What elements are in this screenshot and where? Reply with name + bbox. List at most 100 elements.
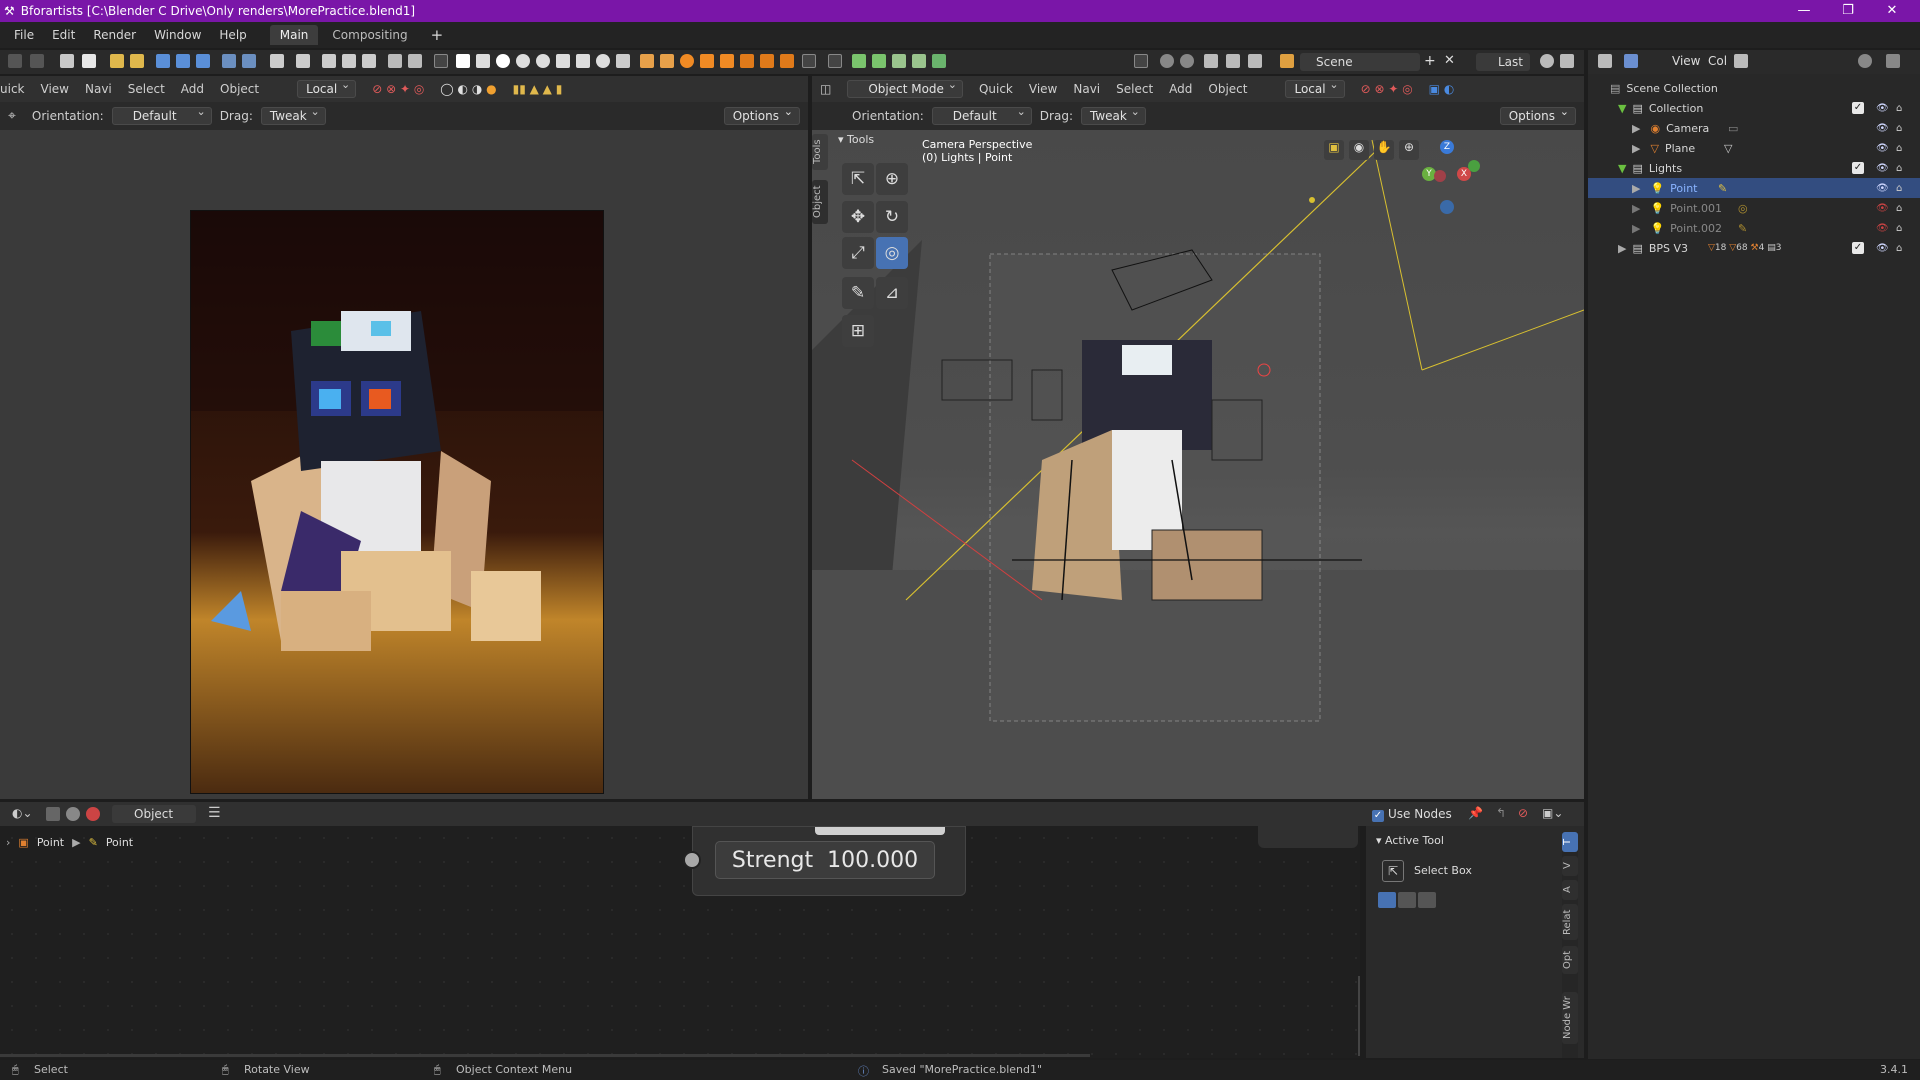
torus-add-icon[interactable] xyxy=(596,54,610,68)
breadcrumb-object[interactable]: Point xyxy=(37,836,64,849)
gizmo-neg-y-axis[interactable] xyxy=(1468,160,1480,172)
tab-view[interactable]: V xyxy=(1562,856,1578,876)
collection-checkbox[interactable]: ✓ xyxy=(1852,242,1864,254)
active-tool-header[interactable]: ▾ Active Tool xyxy=(1376,834,1444,847)
last-operator-button[interactable]: Last xyxy=(1476,53,1530,71)
close-button[interactable]: ✕ xyxy=(1870,0,1914,22)
open-recent-icon[interactable] xyxy=(130,54,144,68)
world-type-icon[interactable] xyxy=(66,807,80,821)
emission-node[interactable]: Strengt 100.000 xyxy=(683,826,966,896)
output-node-fragment[interactable] xyxy=(1258,826,1358,848)
collection-checkbox[interactable]: ✓ xyxy=(1852,162,1864,174)
menu-edit[interactable]: Edit xyxy=(43,28,84,42)
node-input-socket[interactable] xyxy=(683,851,701,869)
select-mode-new-icon[interactable] xyxy=(1378,892,1396,908)
zoom-icon[interactable]: ⊕ xyxy=(1399,140,1419,160)
annotate-tool-icon[interactable]: ✎ xyxy=(842,277,874,309)
circle-add-icon[interactable] xyxy=(496,54,510,68)
left-orientation-dropdown[interactable]: Default xyxy=(111,105,212,125)
right-drag-dropdown[interactable]: Tweak xyxy=(1080,105,1146,125)
render-animation-icon[interactable] xyxy=(342,54,356,68)
menu-file[interactable]: File xyxy=(0,28,43,42)
add-cube-tool-icon[interactable]: ⊞ xyxy=(842,315,874,347)
screenshot-icon[interactable] xyxy=(1204,54,1218,68)
expand-arrow-icon[interactable]: ▶ xyxy=(1618,242,1626,255)
tab-tools[interactable]: Tools xyxy=(812,134,828,170)
material-type-icon[interactable] xyxy=(86,807,100,821)
render-visibility-icon[interactable]: ⌂ xyxy=(1896,183,1902,194)
visibility-eye-icon[interactable]: 👁 xyxy=(1876,243,1889,254)
right-menu-add[interactable]: Add xyxy=(1161,82,1200,96)
left-menu-view[interactable]: View xyxy=(33,82,77,96)
cylinder-add-icon[interactable] xyxy=(556,54,570,68)
left-tool-gizmo-icon[interactable]: ⌖ xyxy=(0,108,24,124)
horizontal-scrollbar[interactable] xyxy=(0,1054,1090,1057)
outliner-row-collection[interactable]: ▼ ▤ Collection ✓ 👁 ⌂ xyxy=(1588,98,1920,118)
render-icon[interactable] xyxy=(322,54,336,68)
mirror-icon[interactable] xyxy=(892,54,906,68)
new-icon[interactable] xyxy=(82,54,96,68)
menu-toggle-icon[interactable] xyxy=(30,54,44,68)
outliner-row-point-002[interactable]: ▶ 💡 Point.002 ✎ 👁 ⌂ xyxy=(1588,218,1920,238)
expand-arrow-icon[interactable]: ▶ xyxy=(1632,222,1640,235)
tab-relations[interactable]: Relat xyxy=(1562,904,1578,940)
left-overlay-icons[interactable]: ▮▮ ▲ ▲ ▮ xyxy=(505,82,571,96)
render-visibility-icon[interactable]: ⌂ xyxy=(1896,243,1902,254)
vertical-scrollbar[interactable] xyxy=(1358,976,1360,1056)
proportional-icon[interactable] xyxy=(872,54,886,68)
left-snap-icons[interactable]: ⊘ ⊗ ✦ ◎ xyxy=(364,82,432,96)
scale-tool-icon[interactable]: ⤢ xyxy=(842,237,874,269)
light-data-icon[interactable]: ✎ xyxy=(1718,182,1727,195)
snap-node-icon[interactable]: ⊘ xyxy=(1518,806,1528,820)
right-snap-icons[interactable]: ⊘ ⊗ ✦ ◎ xyxy=(1353,82,1421,96)
outliner-row-point[interactable]: ▶ 💡 Point ✎ 👁 ⌂ xyxy=(1588,178,1920,198)
scene-selector[interactable]: Scene xyxy=(1300,53,1420,71)
breadcrumb-data[interactable]: Point xyxy=(106,836,133,849)
node-editor-canvas[interactable]: › ▣ Point ▶ ✎ Point Strengt 100.000 xyxy=(0,826,1360,1058)
pin-icon[interactable]: 📌 xyxy=(1468,806,1483,820)
right-menu-quick[interactable]: Quick xyxy=(971,82,1021,96)
use-nodes-checkbox[interactable]: ✓ xyxy=(1372,807,1384,822)
save-icon[interactable] xyxy=(156,54,170,68)
undo-icon[interactable] xyxy=(1160,54,1174,68)
right-overlay-icons[interactable]: ▣ ◐ xyxy=(1421,82,1463,96)
speaker-icon[interactable] xyxy=(740,54,754,68)
editor-type-icon[interactable] xyxy=(8,54,22,68)
node-editor-type-icon[interactable]: ◐⌄ xyxy=(12,806,33,820)
menu-help[interactable]: Help xyxy=(210,28,255,42)
render-visibility-icon[interactable]: ⌂ xyxy=(1896,103,1902,114)
more2-dropdown-icon[interactable] xyxy=(828,54,842,68)
lattice-icon[interactable] xyxy=(660,54,674,68)
menu-render[interactable]: Render xyxy=(84,28,145,42)
dropdown-icon[interactable] xyxy=(434,54,448,68)
empty-icon[interactable] xyxy=(680,54,694,68)
right-menu-view[interactable]: View xyxy=(1021,82,1065,96)
camera-add-icon[interactable] xyxy=(720,54,734,68)
expand-arrow-icon[interactable]: ▼ xyxy=(1618,162,1626,175)
outliner-row-lights[interactable]: ▼ ▤ Lights ✓ 👁 ⌂ xyxy=(1588,158,1920,178)
cursor-tool-icon[interactable]: ⊕ xyxy=(876,163,908,195)
outliner-row-plane[interactable]: ▶ ▽ Plane ▽ 👁 ⌂ xyxy=(1588,138,1920,158)
left-transform-orientation[interactable]: Local xyxy=(297,80,357,98)
visibility-eye-icon[interactable]: 👁 xyxy=(1876,143,1889,154)
mesh-data-icon[interactable]: ▽ xyxy=(1724,142,1732,155)
display-mode-icon[interactable] xyxy=(1624,54,1638,68)
fullscreen-icon[interactable] xyxy=(1226,54,1240,68)
new-collection-icon[interactable] xyxy=(1734,54,1748,68)
render-visibility-icon[interactable]: ⌂ xyxy=(1896,223,1902,234)
expand-arrow-icon[interactable]: ▶ xyxy=(1632,202,1640,215)
render-visibility-icon[interactable]: ⌂ xyxy=(1896,143,1902,154)
hidden-eye-icon[interactable]: 👁 xyxy=(1876,203,1889,214)
right-menu-select[interactable]: Select xyxy=(1108,82,1161,96)
auto-merge-icon[interactable] xyxy=(932,54,946,68)
outliner-row-camera[interactable]: ▶ ◉ Camera ▭ 👁 ⌂ xyxy=(1588,118,1920,138)
cube-add-icon[interactable] xyxy=(476,54,490,68)
expand-arrow-icon[interactable]: ▶ xyxy=(1632,142,1640,155)
left-drag-dropdown[interactable]: Tweak xyxy=(260,105,326,125)
scene-icon[interactable] xyxy=(1280,54,1294,68)
left-shading-icons[interactable]: ◯ ◐ ◑ ● xyxy=(432,82,504,96)
armature-icon[interactable] xyxy=(640,54,654,68)
collection-checkbox[interactable]: ✓ xyxy=(1852,102,1864,114)
camera-view-icon[interactable]: ▣ xyxy=(1324,140,1344,160)
save-copy-icon[interactable] xyxy=(196,54,210,68)
